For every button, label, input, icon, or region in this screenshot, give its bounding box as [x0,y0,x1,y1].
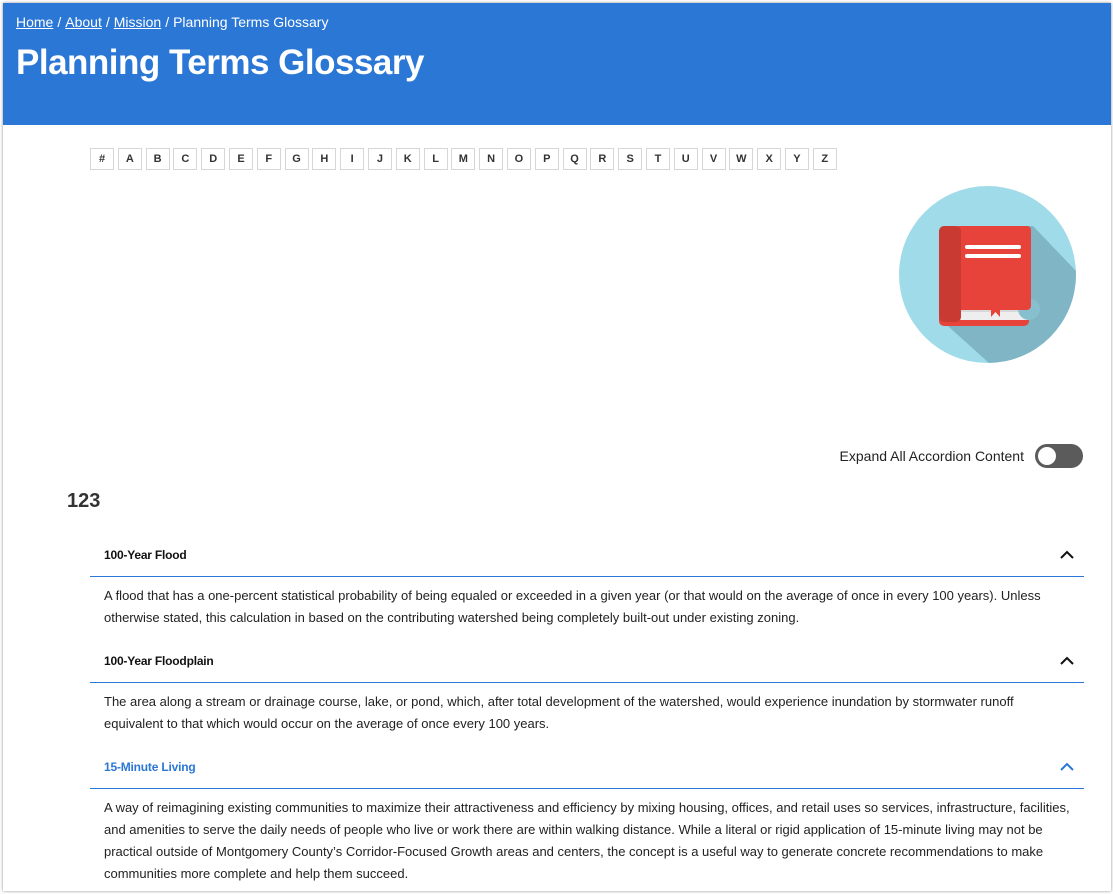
expand-all-control: Expand All Accordion Content [840,444,1083,468]
breadcrumb-mission-link[interactable]: Mission [114,14,161,30]
alphabet-letter-p[interactable]: P [534,148,559,170]
breadcrumb-about-link[interactable]: About [65,14,102,30]
chevron-up-icon [1060,654,1074,668]
expand-all-label: Expand All Accordion Content [839,448,1024,464]
alphabet-letter-a[interactable]: A [117,148,142,170]
term-definition: A way of reimagining existing communitie… [104,800,1070,881]
alphabet-letter-h[interactable]: H [312,148,337,170]
alphabet-letter-t[interactable]: T [645,148,670,170]
alphabet-letter-y[interactable]: Y [784,148,809,170]
accordion-item: 15-Minute Living A way of reimagining ex… [90,745,1084,891]
alphabet-nav: # A B C D E F G H I J K L M N O P Q R S T U V W X Y Z [90,148,837,170]
accordion-item: 100-Year Floodplain The area along a str… [90,639,1084,745]
alphabet-letter-f[interactable]: F [256,148,281,170]
term-title: 100-Year Floodplain [104,653,214,668]
section-heading: 123 [67,490,101,512]
alphabet-letter-q[interactable]: Q [562,148,587,170]
alphabet-letter-r[interactable]: R [590,148,615,170]
alphabet-letter-o[interactable]: O [506,148,531,170]
alphabet-letter-d[interactable]: D [201,148,226,170]
page-title: Planning Terms Glossary [16,43,425,82]
alphabet-letter-m[interactable]: M [451,148,476,170]
alphabet-letter-j[interactable]: J [367,148,392,170]
page-header: Home / About / Mission / Planning Terms Glossa… [3,3,1111,125]
alphabet-letter-k[interactable]: K [395,148,420,170]
term-definition: The area along a stream or drainage cour… [104,694,1014,731]
alphabet-letter-i[interactable]: I [340,148,365,170]
glossary-accordion: 100-Year Flood A flood that has a one-pe… [90,533,1084,891]
alphabet-letter-g[interactable]: G [284,148,309,170]
accordion-header[interactable]: 15-Minute Living [90,745,1084,789]
term-title: 15-Minute Living [104,759,196,774]
chevron-up-icon [1060,760,1074,774]
breadcrumb: Home / About / Mission / Planning Terms Glossa… [16,14,328,30]
page-frame: Home / About / Mission / Planning Terms Glossa… [3,3,1111,891]
alphabet-letter-x[interactable]: X [757,148,782,170]
breadcrumb-separator: / [105,14,110,30]
book-icon [899,186,1076,363]
alphabet-letter-b[interactable]: B [145,148,170,170]
toggle-knob [1038,447,1056,465]
accordion-header[interactable]: 100-Year Floodplain [90,639,1084,683]
accordion-header[interactable]: 100-Year Flood [90,533,1084,577]
breadcrumb-separator: / [165,14,170,30]
term-title: 100-Year Flood [104,547,187,562]
alphabet-letter-l[interactable]: L [423,148,448,170]
expand-all-toggle[interactable] [1035,444,1083,468]
alphabet-letter-u[interactable]: U [673,148,698,170]
alphabet-letter-c[interactable]: C [173,148,198,170]
accordion-item: 100-Year Flood A flood that has a one-pe… [90,533,1084,639]
alphabet-letter-number[interactable]: # [90,148,114,170]
alphabet-letter-s[interactable]: S [618,148,643,170]
breadcrumb-current: Planning Terms Glossary [173,14,329,30]
alphabet-letter-e[interactable]: E [228,148,253,170]
alphabet-letter-v[interactable]: V [701,148,726,170]
alphabet-letter-n[interactable]: N [479,148,504,170]
alphabet-letter-w[interactable]: W [729,148,754,170]
breadcrumb-home-link[interactable]: Home [16,14,53,30]
chevron-up-icon [1060,548,1074,562]
breadcrumb-separator: / [57,14,62,30]
term-definition: A flood that has a one-percent statistic… [104,588,1041,625]
alphabet-letter-z[interactable]: Z [812,148,837,170]
